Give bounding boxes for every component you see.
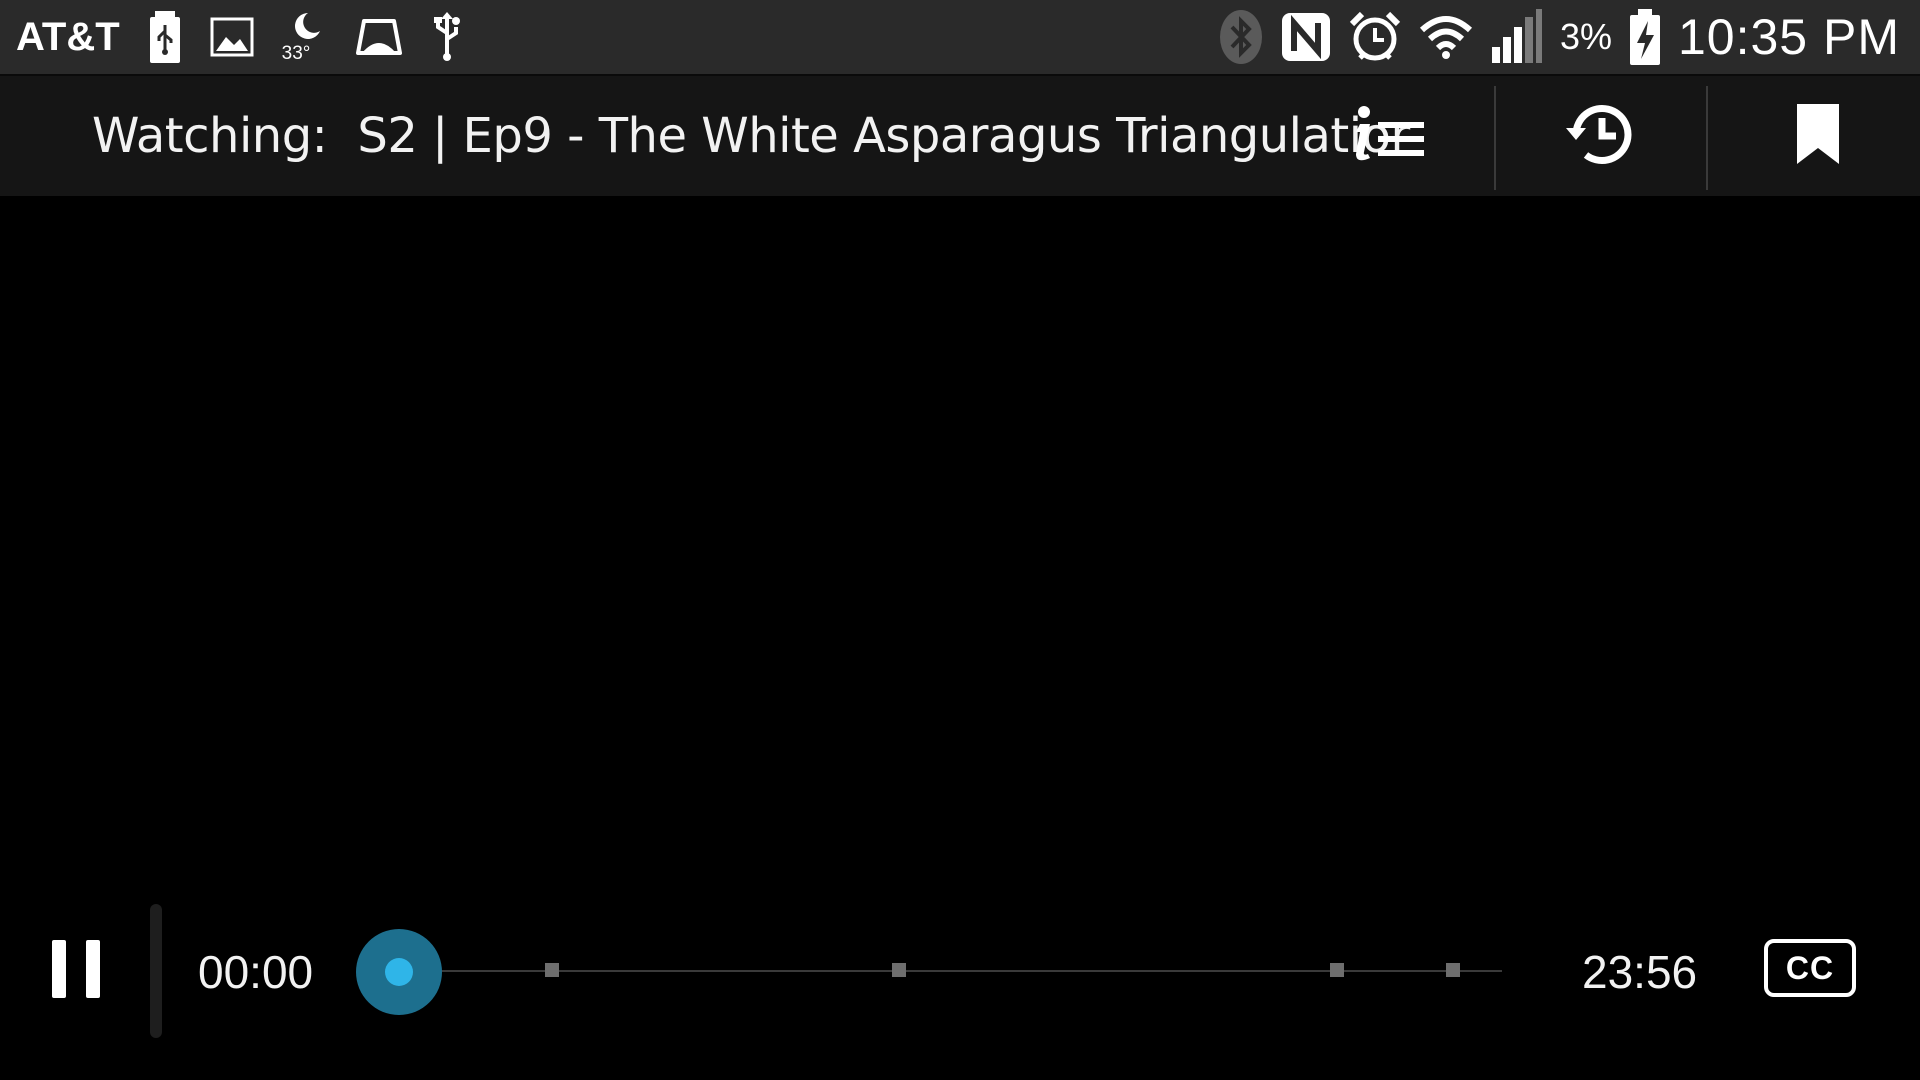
pause-icon: [52, 940, 66, 998]
chapter-marker: [892, 963, 906, 977]
seek-thumb[interactable]: [356, 929, 442, 1015]
watching-label: Watching:: [92, 108, 328, 164]
episode-info-button[interactable]: [1338, 76, 1438, 196]
battery-percent: 3%: [1559, 16, 1612, 57]
seek-thumb-core: [385, 958, 413, 986]
alarm-icon: [1348, 10, 1402, 64]
usb-icon: [432, 11, 462, 63]
pause-button[interactable]: [52, 940, 100, 998]
cloud-drive-icon: [354, 17, 404, 57]
title-bar-divider: [1494, 86, 1496, 190]
status-bar-left: AT&T 33°: [0, 0, 462, 74]
signal-icon: [1490, 9, 1544, 65]
controls-divider: [150, 904, 162, 1038]
video-player-screen: AT&T 33° 3% 10:35 PM Watching: S2 | Ep9 …: [0, 0, 1920, 1080]
bookmark-button[interactable]: [1778, 76, 1858, 196]
chapter-marker: [1446, 963, 1460, 977]
status-bar-right: 3% 10:35 PM: [1218, 0, 1900, 74]
status-clock: 10:35 PM: [1677, 9, 1900, 65]
title-bar-divider: [1706, 86, 1708, 190]
elapsed-time: 00:00: [198, 946, 314, 998]
wifi-icon: [1418, 14, 1474, 60]
title-bar: Watching: S2 | Ep9 - The White Asparagus …: [0, 74, 1920, 196]
bookmark-icon: [1795, 104, 1841, 168]
battery-charging-icon: [1628, 9, 1662, 65]
pause-icon: [86, 940, 100, 998]
video-surface[interactable]: [0, 196, 1920, 886]
chapter-marker: [545, 963, 559, 977]
status-bar: AT&T 33° 3% 10:35 PM: [0, 0, 1920, 74]
history-button[interactable]: [1560, 76, 1640, 196]
episode-title: S2 | Ep9 - The White Asparagus Triangula…: [357, 108, 1410, 164]
now-watching-title: Watching: S2 | Ep9 - The White Asparagus …: [92, 76, 1410, 196]
total-duration: 23:56: [1582, 946, 1698, 998]
info-list-icon: [1346, 106, 1430, 166]
closed-captions-button[interactable]: CC: [1764, 939, 1856, 997]
history-icon: [1564, 100, 1636, 172]
carrier-name: AT&T: [16, 14, 120, 59]
nfc-icon: [1280, 11, 1332, 63]
weather-moon-icon: 33°: [282, 7, 326, 67]
usb-storage-icon: [148, 11, 182, 63]
gallery-icon: [210, 17, 254, 57]
chapter-marker: [1330, 963, 1344, 977]
weather-temperature: 33°: [281, 43, 311, 64]
bluetooth-icon: [1218, 9, 1264, 65]
